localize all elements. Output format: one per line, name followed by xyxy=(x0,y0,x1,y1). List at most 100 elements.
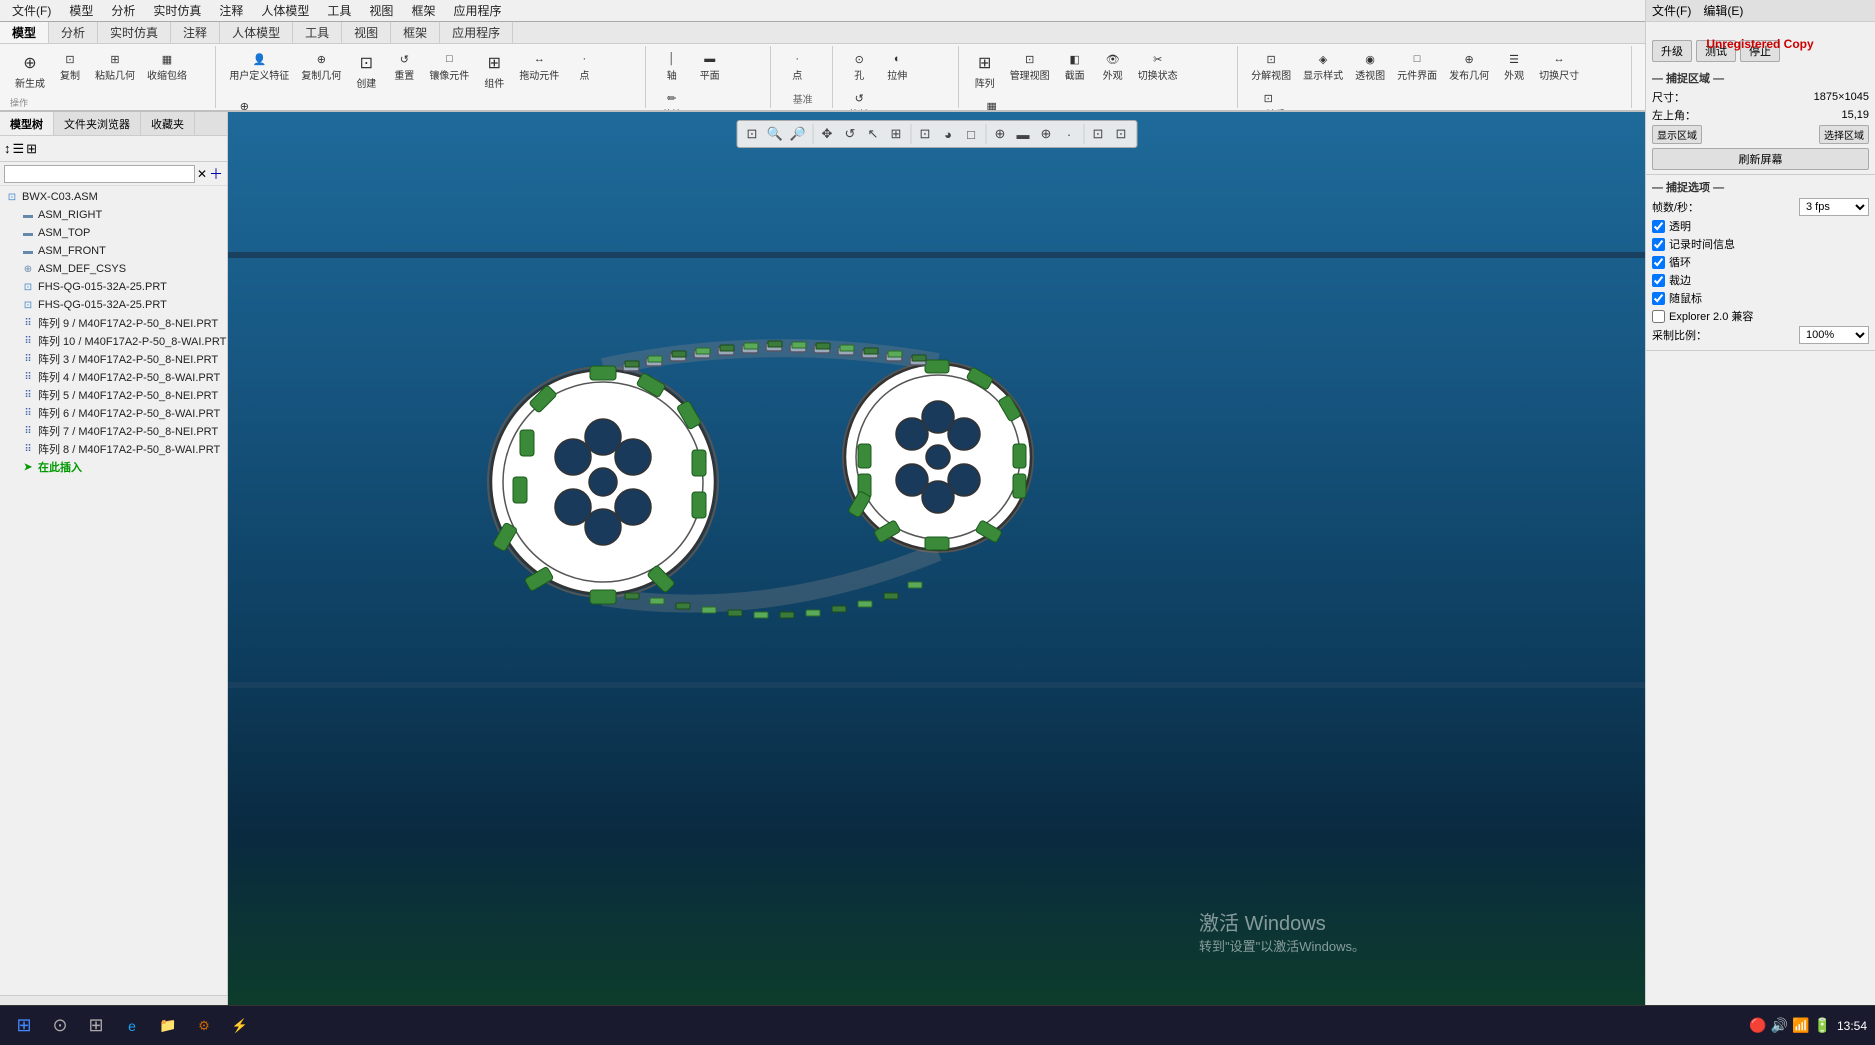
tree-toolbar-icon-1[interactable]: ↕ xyxy=(4,141,11,156)
menu-analysis[interactable]: 分析 xyxy=(103,0,143,21)
btn-section[interactable]: ◧ 截面 xyxy=(1057,48,1093,93)
tab-analysis[interactable]: 分析 xyxy=(49,22,98,43)
btn-appearance[interactable]: 👁 外观 xyxy=(1095,48,1131,93)
right-menu-edit[interactable]: 编辑(E) xyxy=(1703,2,1743,19)
tree-item-asm-def-csys[interactable]: ⊕ ASM_DEF_CSYS xyxy=(16,260,227,278)
menu-app[interactable]: 应用程序 xyxy=(445,0,509,21)
btn-copy[interactable]: ⊡ 复制 xyxy=(52,48,88,93)
vp-btn-extra2[interactable]: ⊡ xyxy=(1110,123,1132,145)
tree-item-root[interactable]: ⊡ BWX-C03.ASM xyxy=(0,188,227,206)
tab-app[interactable]: 应用程序 xyxy=(440,22,513,43)
tab-human[interactable]: 人体模型 xyxy=(220,22,293,43)
tree-item-asm-top[interactable]: ▬ ASM_TOP xyxy=(16,224,227,242)
tab-simulation[interactable]: 实时仿真 xyxy=(98,22,171,43)
btn-display-style[interactable]: ◈ 显示样式 xyxy=(1298,48,1348,85)
btn-appr2[interactable]: ☰ 外观 xyxy=(1496,48,1532,85)
btn-new-generate[interactable]: ⊕ 新生成 xyxy=(10,48,50,93)
taskbar-edge-btn[interactable]: e xyxy=(116,1010,148,1042)
menu-annotation[interactable]: 注释 xyxy=(211,0,251,21)
menu-model[interactable]: 模型 xyxy=(61,0,101,21)
tab-annotation[interactable]: 注释 xyxy=(171,22,220,43)
vp-btn-orient[interactable]: ⊡ xyxy=(914,123,936,145)
taskbar-explorer-btn[interactable]: 📁 xyxy=(152,1010,184,1042)
btn-show-region[interactable]: 显示区域 xyxy=(1652,125,1702,144)
tab-model[interactable]: 模型 xyxy=(0,22,49,43)
menu-view[interactable]: 视图 xyxy=(361,0,401,21)
tree-item-arr9[interactable]: ⠿ 阵列 9 / M40F17A2-P-50_8-NEI.PRT xyxy=(16,314,227,332)
menu-simulation[interactable]: 实时仿真 xyxy=(145,0,209,21)
vp-btn-extra1[interactable]: ⊡ xyxy=(1087,123,1109,145)
taskbar-creo-btn[interactable]: ⚙ xyxy=(188,1010,220,1042)
btn-datum-point[interactable]: · 点 xyxy=(779,48,815,89)
btn-comp-iface[interactable]: □ 元件界面 xyxy=(1392,48,1442,85)
tree-item-asm-right[interactable]: ▬ ASM_RIGHT xyxy=(16,206,227,224)
tree-item-arr7[interactable]: ⠿ 阵列 7 / M40F17A2-P-50_8-NEI.PRT xyxy=(16,422,227,440)
vp-btn-shade[interactable]: ◕ xyxy=(937,123,959,145)
tree-item-fhs1[interactable]: ⊡ FHS-QG-015-32A-25.PRT xyxy=(16,278,227,296)
vp-btn-plane-display[interactable]: ▬ xyxy=(1012,123,1034,145)
tree-toolbar-icon-3[interactable]: ⊞ xyxy=(26,141,37,157)
taskbar-time[interactable]: 13:54 xyxy=(1837,1019,1867,1033)
viewport-divider-top[interactable] xyxy=(228,252,1645,258)
btn-hole[interactable]: ⊙ 孔 xyxy=(841,48,877,85)
btn-explode[interactable]: ⊡ 分解视图 xyxy=(1246,48,1296,85)
btn-copy-geo[interactable]: ⊕ 复制几何 xyxy=(296,48,346,93)
btn-sketch[interactable]: ✏ 草绘 xyxy=(654,87,690,110)
btn-array[interactable]: ⊞ 阵列 xyxy=(967,48,1003,93)
tree-item-arr4[interactable]: ⠿ 阵列 4 / M40F17A2-P-50_8-WAI.PRT xyxy=(16,368,227,386)
systray-icon-3[interactable]: 📶 xyxy=(1792,1017,1809,1034)
vp-btn-zoom-out[interactable]: 🔎 xyxy=(787,123,809,145)
vp-btn-rotate[interactable]: ↺ xyxy=(839,123,861,145)
tree-item-arr6[interactable]: ⠿ 阵列 6 / M40F17A2-P-50_8-WAI.PRT xyxy=(16,404,227,422)
left-tab-folder-browser[interactable]: 文件夹浏览器 xyxy=(54,112,141,135)
vp-btn-zoom-in[interactable]: 🔍 xyxy=(764,123,786,145)
btn-switch-dim[interactable]: ↔ 切换尺寸 xyxy=(1534,48,1584,85)
btn-drag[interactable]: ↔ 拖动元件 xyxy=(514,48,564,93)
menu-tools[interactable]: 工具 xyxy=(319,0,359,21)
menu-framework[interactable]: 框架 xyxy=(403,0,443,21)
vp-btn-csys[interactable]: ⊕ xyxy=(1035,123,1057,145)
check-transparent[interactable] xyxy=(1652,220,1665,233)
vp-btn-zoom-fit[interactable]: ⊡ xyxy=(741,123,763,145)
vp-btn-select[interactable]: ↖ xyxy=(862,123,884,145)
tree-item-arr5[interactable]: ⠿ 阵列 5 / M40F17A2-P-50_8-NEI.PRT xyxy=(16,386,227,404)
right-menu-file[interactable]: 文件(F) xyxy=(1652,2,1691,19)
btn-manage-view[interactable]: ⊡ 管理视图 xyxy=(1005,48,1055,93)
vp-btn-pts[interactable]: · xyxy=(1058,123,1080,145)
btn-perspective[interactable]: ◉ 透视图 xyxy=(1350,48,1390,85)
check-record-time[interactable] xyxy=(1652,238,1665,251)
btn-reset[interactable]: ↺ 重置 xyxy=(386,48,422,93)
systray-icon-2[interactable]: 🔊 xyxy=(1771,1017,1788,1034)
btn-coord[interactable]: ⊕ 坐标系 xyxy=(224,95,264,110)
ratio-select[interactable]: 100% 75% 50% xyxy=(1799,326,1869,344)
tab-view[interactable]: 视图 xyxy=(342,22,391,43)
tree-item-insert-here[interactable]: ➤ 在此插入 xyxy=(16,458,227,476)
btn-publish-geo[interactable]: ⊕ 发布几何 xyxy=(1444,48,1494,85)
check-loop[interactable] xyxy=(1652,256,1665,269)
vp-btn-pan[interactable]: ✥ xyxy=(816,123,838,145)
tree-item-arr8[interactable]: ⠿ 阵列 8 / M40F17A2-P-50_8-WAI.PRT xyxy=(16,440,227,458)
check-explorer-compat[interactable] xyxy=(1652,310,1665,323)
vp-btn-axis[interactable]: ⊕ xyxy=(989,123,1011,145)
btn-revolve[interactable]: ↺ 旋转 xyxy=(841,87,877,110)
left-tab-model-tree[interactable]: 模型树 xyxy=(0,112,54,135)
tree-item-arr3[interactable]: ⠿ 阵列 3 / M40F17A2-P-50_8-NEI.PRT xyxy=(16,350,227,368)
vp-btn-wireframe[interactable]: □ xyxy=(960,123,982,145)
btn-axis[interactable]: │ 轴 xyxy=(654,48,690,85)
btn-group[interactable]: ⊞ 组件 xyxy=(476,48,512,93)
btn-user-define[interactable]: 👤 用户定义特征 xyxy=(224,48,294,93)
menu-file[interactable]: 文件(F) xyxy=(4,0,59,21)
taskbar-search-btn[interactable]: ⊙ xyxy=(44,1010,76,1042)
check-trim[interactable] xyxy=(1652,274,1665,287)
tree-search-clear[interactable]: ✕ xyxy=(197,167,207,181)
btn-create[interactable]: ⊡ 创建 xyxy=(348,48,384,93)
main-viewport[interactable]: ⊡ 🔍 🔎 ✥ ↺ ↖ ⊞ ⊡ ◕ □ ⊕ ▬ ⊕ · ⊡ ⊡ xyxy=(228,112,1645,1015)
tab-tools[interactable]: 工具 xyxy=(293,22,342,43)
btn-edit-pos[interactable]: ▦ 编辑位置 xyxy=(967,95,1017,110)
taskbar-start-btn[interactable]: ⊞ xyxy=(8,1010,40,1042)
vp-btn-box[interactable]: ⊞ xyxy=(885,123,907,145)
btn-toggle[interactable]: ✂ 切换状态 xyxy=(1133,48,1183,93)
btn-extrude[interactable]: ◐ 拉伸 xyxy=(879,48,915,85)
tab-framework[interactable]: 框架 xyxy=(391,22,440,43)
tree-toolbar-icon-2[interactable]: ☰ xyxy=(13,141,25,157)
